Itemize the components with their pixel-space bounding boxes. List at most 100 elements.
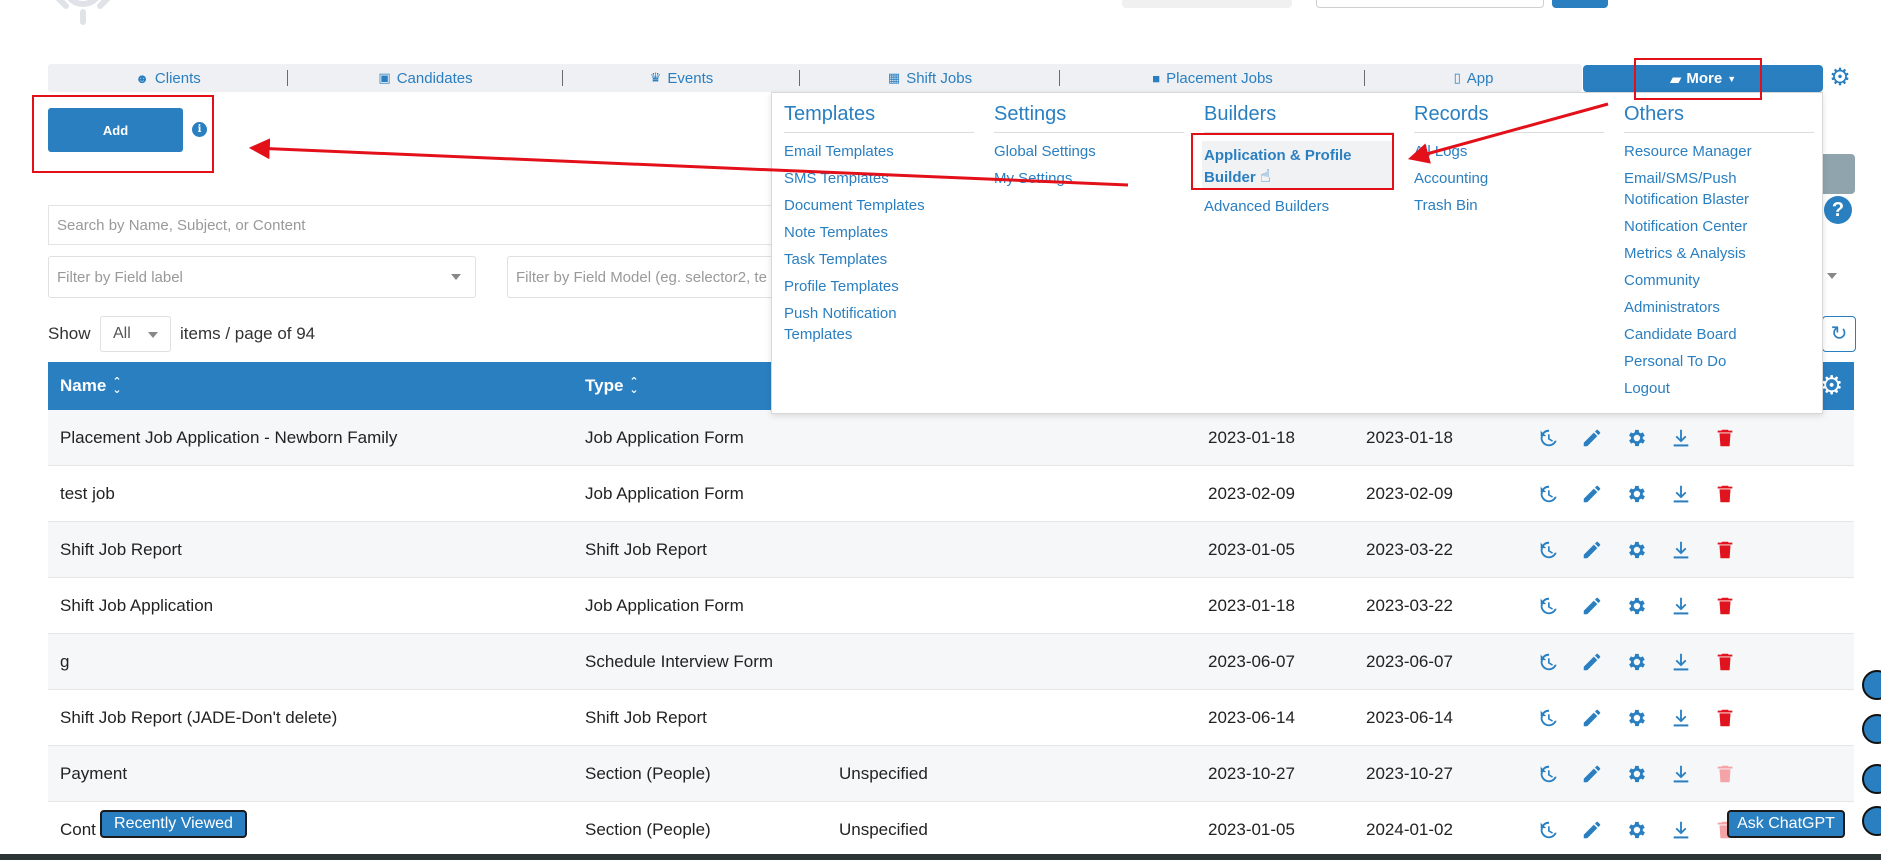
- table-row[interactable]: Shift Job Report (JADE-Don't delete) Shif…: [48, 690, 1854, 746]
- ask-chatgpt-button[interactable]: Ask ChatGPT: [1727, 810, 1845, 838]
- nav-candidates[interactable]: ▣ Candidates: [288, 64, 563, 92]
- trash-icon[interactable]: [1712, 593, 1738, 619]
- nav-events[interactable]: ♛ Events: [563, 64, 800, 92]
- trash-icon[interactable]: [1712, 425, 1738, 451]
- table-row[interactable]: test job Job Application Form 2023-02-09 20…: [48, 466, 1854, 522]
- menu-link-note-templates[interactable]: Note Templates: [784, 222, 974, 243]
- side-check-icon[interactable]: [1862, 764, 1881, 794]
- table-row[interactable]: Payment Section (People) Unspecified 2023-1…: [48, 746, 1854, 802]
- side-help-icon[interactable]: [1862, 806, 1881, 836]
- menu-link-all-logs[interactable]: All Logs: [1414, 141, 1604, 162]
- edit-icon[interactable]: [1579, 761, 1605, 787]
- nav-shift-jobs[interactable]: ▦ Shift Jobs: [800, 64, 1060, 92]
- table-row[interactable]: g Schedule Interview Form 2023-06-07 2023-0…: [48, 634, 1854, 690]
- edit-icon[interactable]: [1579, 649, 1605, 675]
- download-icon[interactable]: [1668, 425, 1694, 451]
- history-icon[interactable]: [1535, 481, 1561, 507]
- show-label: Show: [48, 324, 91, 343]
- nav-app[interactable]: ▯ App: [1365, 64, 1582, 92]
- trash-icon[interactable]: [1712, 481, 1738, 507]
- menu-link-personal-to-do[interactable]: Personal To Do: [1624, 351, 1814, 372]
- nav-placement-jobs[interactable]: ■ Placement Jobs: [1060, 64, 1365, 92]
- download-icon[interactable]: [1668, 705, 1694, 731]
- menu-link-trash-bin[interactable]: Trash Bin: [1414, 195, 1604, 216]
- nav-clients[interactable]: ☻ Clients: [48, 64, 288, 92]
- download-icon[interactable]: [1668, 593, 1694, 619]
- caret-down-icon[interactable]: [1827, 273, 1837, 279]
- trash-icon[interactable]: [1712, 761, 1738, 787]
- download-icon[interactable]: [1668, 817, 1694, 843]
- edit-icon[interactable]: [1579, 593, 1605, 619]
- edit-icon[interactable]: [1579, 481, 1605, 507]
- table-row[interactable]: Shift Job Application Job Application For…: [48, 578, 1854, 634]
- menu-link-metrics-analysis[interactable]: Metrics & Analysis: [1624, 243, 1814, 264]
- history-icon[interactable]: [1535, 537, 1561, 563]
- history-icon[interactable]: [1535, 425, 1561, 451]
- history-icon[interactable]: [1535, 705, 1561, 731]
- gear-icon[interactable]: [1623, 425, 1649, 451]
- menu-link-task-templates[interactable]: Task Templates: [784, 249, 974, 270]
- menu-link-email-templates[interactable]: Email Templates: [784, 141, 974, 162]
- trash-icon[interactable]: [1712, 537, 1738, 563]
- filter-field-model-input[interactable]: Filter by Field Model (eg. selector2, te: [507, 256, 797, 298]
- side-widget-icon[interactable]: [1862, 670, 1881, 700]
- side-action-button[interactable]: [1818, 154, 1855, 194]
- menu-link-logout[interactable]: Logout: [1624, 378, 1814, 399]
- top-search-button[interactable]: [1552, 0, 1608, 8]
- gear-icon[interactable]: [1623, 817, 1649, 843]
- menu-link-notification-blaster[interactable]: Email/SMS/Push Notification Blaster: [1624, 168, 1794, 210]
- menu-link-administrators[interactable]: Administrators: [1624, 297, 1814, 318]
- menu-link-accounting[interactable]: Accounting: [1414, 168, 1604, 189]
- history-icon[interactable]: [1535, 817, 1561, 843]
- menu-link-my-settings[interactable]: My Settings: [994, 168, 1184, 189]
- filter-field-model-placeholder: Filter by Field Model (eg. selector2, te: [516, 268, 767, 286]
- menu-link-notification-center[interactable]: Notification Center: [1624, 216, 1814, 237]
- edit-icon[interactable]: [1579, 817, 1605, 843]
- menu-link-sms-templates[interactable]: SMS Templates: [784, 168, 974, 189]
- trash-icon[interactable]: [1712, 649, 1738, 675]
- gear-icon[interactable]: [1623, 537, 1649, 563]
- page-size-select[interactable]: All: [100, 316, 171, 352]
- gear-icon[interactable]: [1623, 649, 1649, 675]
- column-header-name[interactable]: Name ⌃ ⌄: [60, 376, 122, 396]
- download-icon[interactable]: [1668, 481, 1694, 507]
- table-row[interactable]: Placement Job Application - Newborn Fami…: [48, 410, 1854, 466]
- settings-gear-icon[interactable]: ⚙: [1826, 64, 1854, 92]
- history-icon[interactable]: [1535, 593, 1561, 619]
- table-settings-gear-icon[interactable]: ⚙: [1820, 370, 1843, 401]
- filter-field-label-select[interactable]: Filter by Field label: [48, 256, 476, 298]
- menu-link-community[interactable]: Community: [1624, 270, 1814, 291]
- refresh-button[interactable]: ↻: [1822, 316, 1856, 352]
- recently-viewed-button[interactable]: Recently Viewed: [100, 810, 247, 838]
- menu-link-document-templates[interactable]: Document Templates: [784, 195, 974, 216]
- help-icon[interactable]: ?: [1824, 196, 1852, 224]
- download-icon[interactable]: [1668, 761, 1694, 787]
- caret-down-icon: [451, 274, 461, 280]
- trash-icon[interactable]: [1712, 705, 1738, 731]
- cell-extra: Unspecified: [839, 764, 928, 783]
- edit-icon[interactable]: [1579, 425, 1605, 451]
- menu-link-push-notification-templates[interactable]: Push Notification Templates: [784, 303, 924, 345]
- column-header-type[interactable]: Type ⌃ ⌄: [585, 376, 639, 396]
- search-input[interactable]: Search by Name, Subject, or Content: [48, 205, 788, 245]
- history-icon[interactable]: [1535, 649, 1561, 675]
- menu-link-resource-manager[interactable]: Resource Manager: [1624, 141, 1814, 162]
- menu-link-profile-templates[interactable]: Profile Templates: [784, 276, 974, 297]
- menu-link-advanced-builders[interactable]: Advanced Builders: [1204, 196, 1394, 217]
- edit-icon[interactable]: [1579, 537, 1605, 563]
- top-search-input[interactable]: [1316, 0, 1544, 8]
- gear-icon[interactable]: [1623, 593, 1649, 619]
- filter-field-label-placeholder: Filter by Field label: [57, 268, 183, 286]
- edit-icon[interactable]: [1579, 705, 1605, 731]
- download-icon[interactable]: [1668, 649, 1694, 675]
- table-row[interactable]: Cont Section (People) Unspecified 2023-01-0…: [48, 802, 1854, 858]
- menu-link-global-settings[interactable]: Global Settings: [994, 141, 1184, 162]
- gear-icon[interactable]: [1623, 761, 1649, 787]
- gear-icon[interactable]: [1623, 705, 1649, 731]
- gear-icon[interactable]: [1623, 481, 1649, 507]
- download-icon[interactable]: [1668, 537, 1694, 563]
- menu-link-candidate-board[interactable]: Candidate Board: [1624, 324, 1814, 345]
- table-row[interactable]: Shift Job Report Shift Job Report 2023-01-…: [48, 522, 1854, 578]
- history-icon[interactable]: [1535, 761, 1561, 787]
- side-book-icon[interactable]: [1862, 714, 1881, 744]
